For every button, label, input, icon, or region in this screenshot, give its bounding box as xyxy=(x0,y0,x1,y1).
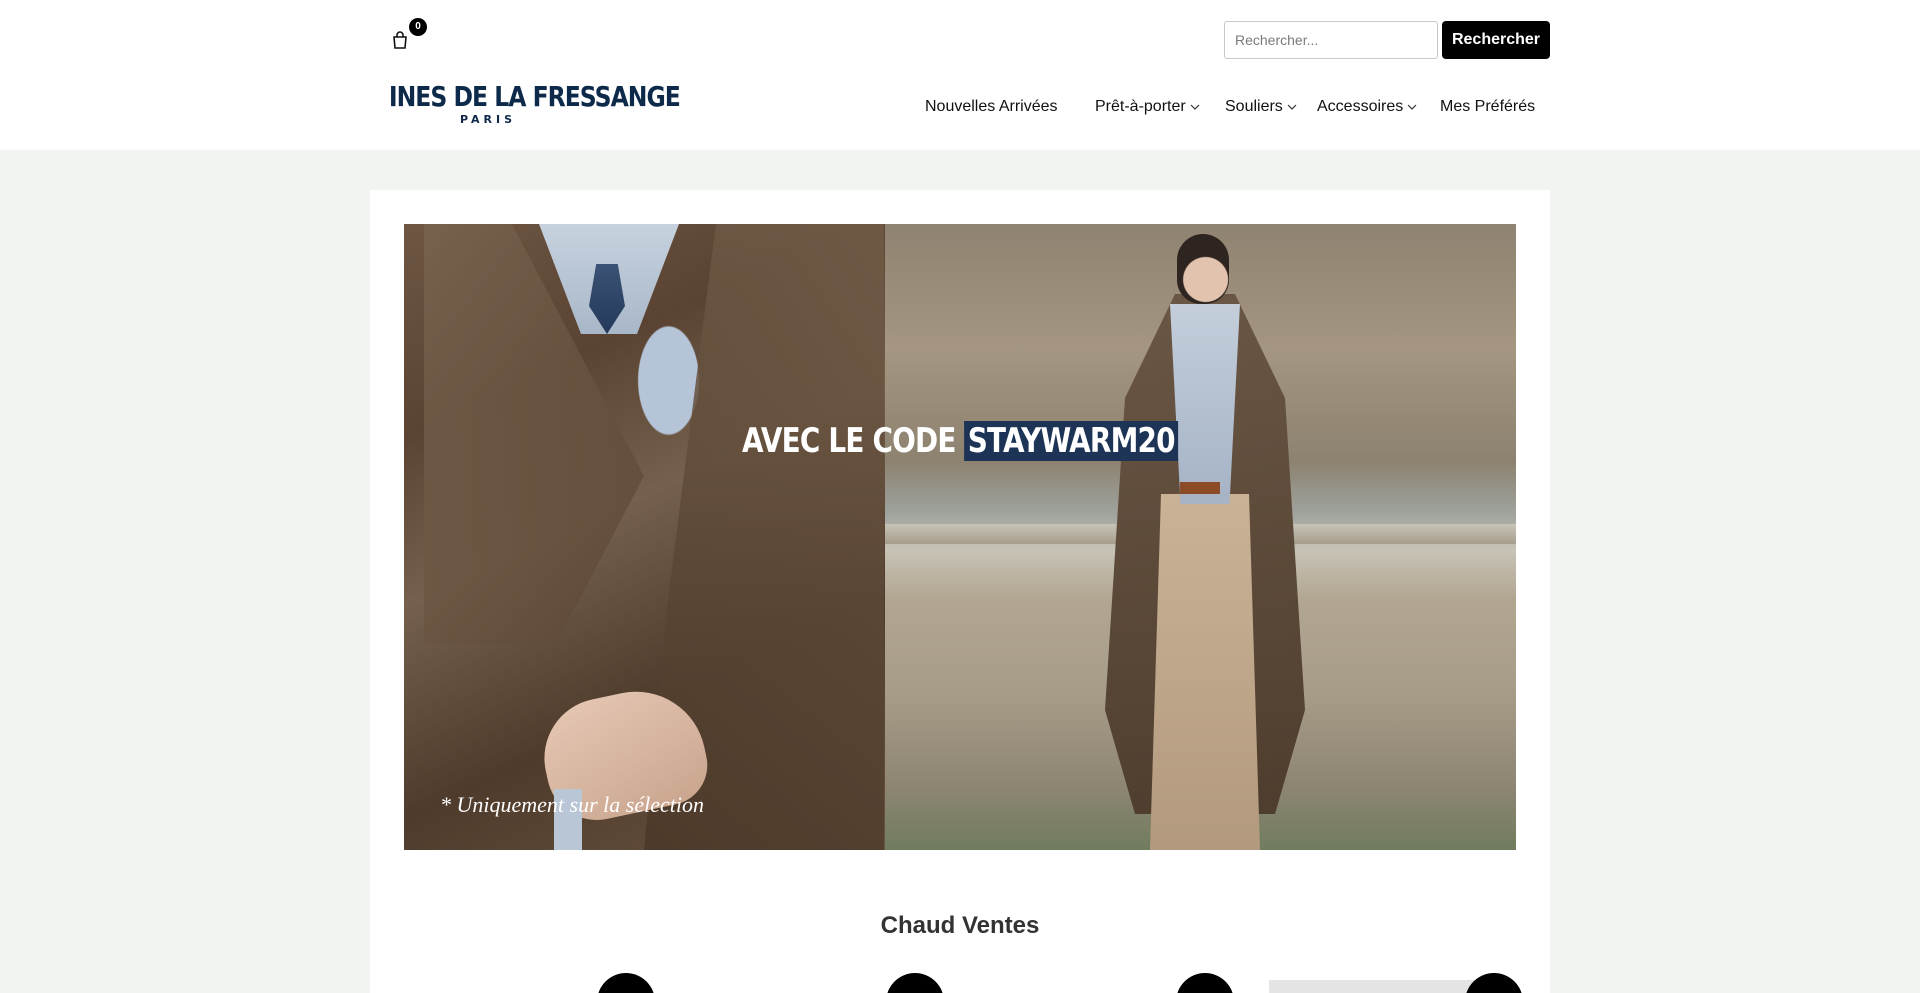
logo-wordmark: INES DE LA FRESSANGE xyxy=(388,80,681,113)
nav-item-souliers[interactable]: Souliers xyxy=(1225,98,1297,116)
cart-count-badge: 0 xyxy=(409,18,427,36)
section-title: Chaud Ventes xyxy=(880,912,1040,939)
nav-item-label: Mes Préférés xyxy=(1440,98,1536,115)
nav-item-pret-a-porter[interactable]: Prêt-à-porter xyxy=(1095,98,1200,116)
promo-headline: AVEC LE CODE STAYWARM20 xyxy=(504,421,1416,461)
cart-button[interactable]: 0 xyxy=(390,18,427,50)
promo-headline-prefix: AVEC LE CODE xyxy=(742,421,956,461)
banner-image-model xyxy=(885,224,1516,850)
nav-item-label: Prêt-à-porter xyxy=(1095,98,1186,115)
promo-banner[interactable]: AVEC LE CODE STAYWARM20 * Uniquement sur… xyxy=(404,224,1516,850)
promo-code: STAYWARM20 xyxy=(964,421,1178,461)
chevron-down-icon xyxy=(1407,104,1417,110)
logo-subtitle: PARIS xyxy=(459,113,517,126)
nav-item-mes-preferes[interactable]: Mes Préférés xyxy=(1440,98,1535,116)
nav-item-label: Nouvelles Arrivées xyxy=(925,98,1058,115)
chevron-down-icon xyxy=(1190,104,1200,110)
brand-logo[interactable]: INES DE LA FRESSANGE PARIS xyxy=(370,80,681,130)
search-button[interactable]: Rechercher xyxy=(1442,21,1550,59)
shopping-bag-icon xyxy=(393,31,407,49)
chevron-down-icon xyxy=(1287,104,1297,110)
nav-item-accessoires[interactable]: Accessoires xyxy=(1317,98,1417,116)
nav-item-label: Accessoires xyxy=(1317,98,1404,115)
promo-note: * Uniquement sur la sélection xyxy=(440,792,704,817)
nav-item-nouvelles-arrivees[interactable]: Nouvelles Arrivées xyxy=(925,98,1058,116)
banner-image-coat-closeup xyxy=(404,224,885,850)
site-header: 0 Rechercher INES DE LA FRESSANGE PARIS … xyxy=(0,0,1920,150)
nav-item-label: Souliers xyxy=(1225,98,1283,115)
search-input[interactable] xyxy=(1224,21,1438,59)
product-image[interactable] xyxy=(1269,980,1499,993)
